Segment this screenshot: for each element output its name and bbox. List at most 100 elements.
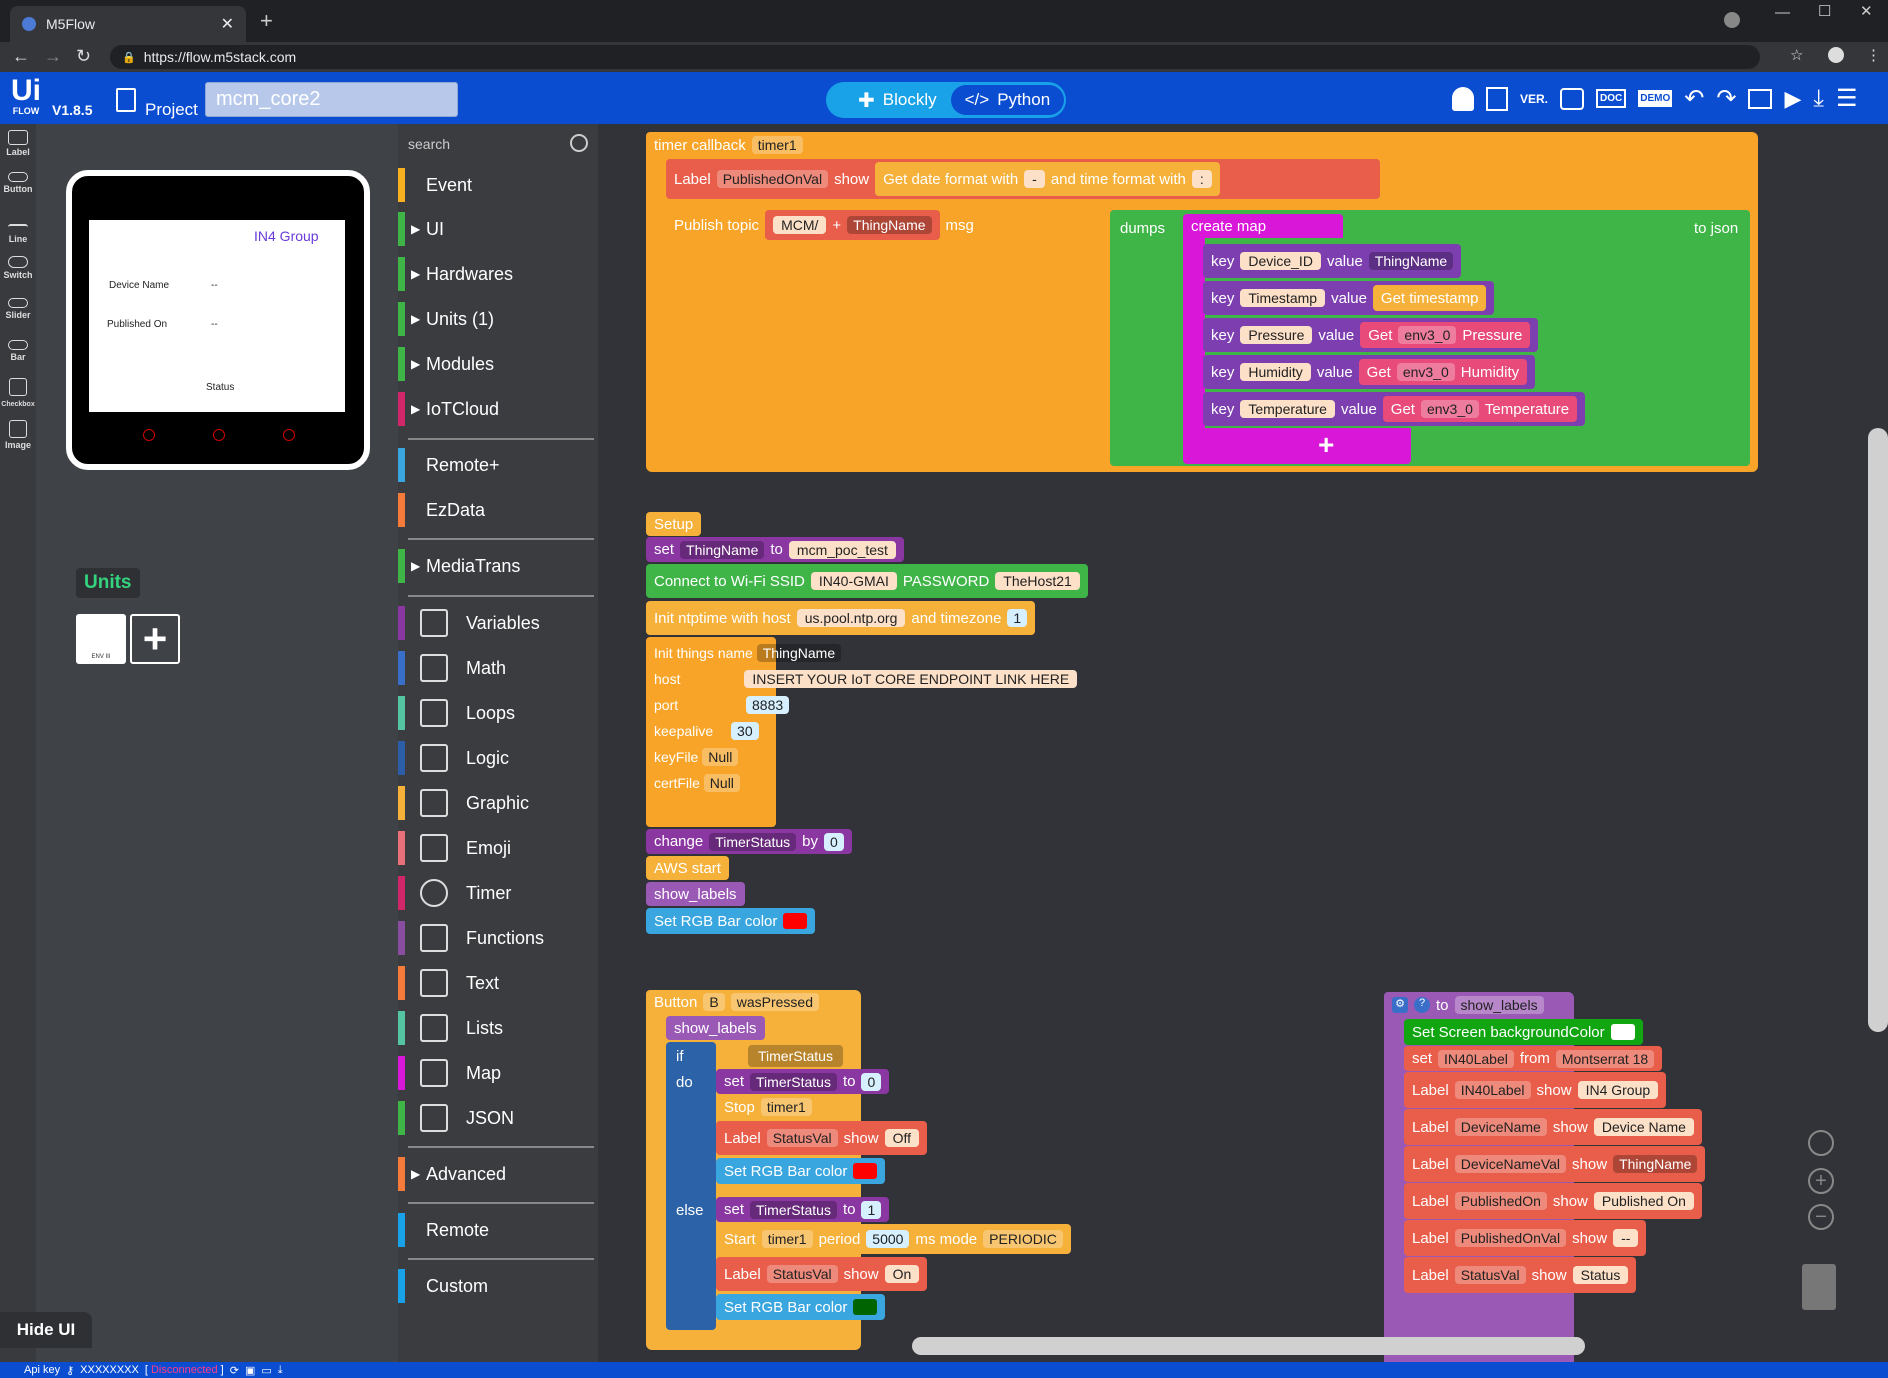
category-json[interactable]: JSON <box>398 1097 598 1139</box>
label-dropdown[interactable]: StatusVal <box>766 1129 838 1147</box>
search-box[interactable]: search <box>398 124 598 164</box>
label-dropdown[interactable]: PublishedOn <box>1454 1192 1547 1210</box>
time-separator-string[interactable]: : <box>1191 170 1212 188</box>
timer-dropdown[interactable]: timer1 <box>761 1230 813 1248</box>
feedback-icon[interactable] <box>1560 87 1585 110</box>
maximize-icon[interactable]: ☐ <box>1818 2 1831 20</box>
green-color-swatch[interactable] <box>853 1299 878 1315</box>
aws-start-block[interactable]: AWS start <box>646 856 729 880</box>
label-publishedon-block[interactable]: Label PublishedOn show Published On <box>1404 1183 1702 1219</box>
function-name[interactable]: show_labels <box>1454 996 1544 1014</box>
label-string[interactable]: Device Name <box>1593 1118 1694 1136</box>
sensor-dropdown[interactable]: env3_0 <box>1398 326 1457 344</box>
label-dropdown[interactable]: IN40Label <box>1454 1081 1531 1099</box>
hide-ui-button[interactable]: Hide UI <box>0 1312 92 1348</box>
sensor-dropdown[interactable]: env3_0 <box>1420 400 1479 418</box>
zoom-in-icon[interactable]: + <box>1808 1168 1834 1194</box>
redo-icon[interactable]: ↷ <box>1716 84 1736 113</box>
certfile-dropdown[interactable]: Null <box>703 774 740 792</box>
browser-tab[interactable]: M5Flow ✕ <box>10 6 246 42</box>
thingname-variable[interactable]: ThingName <box>756 644 842 662</box>
status-string[interactable]: Off <box>884 1129 920 1147</box>
thingname-variable[interactable]: ThingName <box>1613 1155 1698 1173</box>
project-name-input[interactable]: mcm_core2 <box>205 82 458 117</box>
gear-icon[interactable]: ⚙ <box>1392 997 1408 1013</box>
port-number[interactable]: 8883 <box>746 696 790 714</box>
category-map[interactable]: Map <box>398 1052 598 1094</box>
env-unit-tile[interactable]: ENV III <box>76 614 126 664</box>
category-text[interactable]: Text <box>398 962 598 1004</box>
category-graphic[interactable]: Graphic <box>398 782 598 824</box>
vertical-scrollbar[interactable] <box>1868 428 1888 1032</box>
get-pressure-block[interactable]: Get env3_0 Pressure <box>1360 322 1531 348</box>
label-statusval-init-block[interactable]: Label StatusVal show Status <box>1404 1257 1637 1293</box>
blockly-mode-button[interactable]: ✚ Blockly <box>844 85 951 115</box>
label-dropdown[interactable]: DeviceNameVal <box>1454 1155 1567 1173</box>
tool-switch[interactable]: Switch <box>0 256 36 280</box>
map-entry-pressure[interactable]: key Pressure value Get env3_0 Pressure <box>1203 318 1539 352</box>
device-screen[interactable]: IN4 Group Device Name -- Published On --… <box>89 220 345 412</box>
category-ui[interactable]: ▶ UI <box>398 208 598 250</box>
forward-icon[interactable]: → <box>44 46 62 67</box>
set-rgb-green-block[interactable]: Set RGB Bar color <box>716 1294 886 1320</box>
category-functions[interactable]: Functions <box>398 917 598 959</box>
condition-variable[interactable]: TimerStatus <box>748 1045 843 1067</box>
label-string[interactable]: Status <box>1572 1266 1629 1284</box>
ssid-string[interactable]: IN40-GMAI <box>810 572 897 590</box>
button-dropdown[interactable]: B <box>703 993 725 1011</box>
font-dropdown[interactable]: Montserrat 18 <box>1555 1049 1655 1068</box>
variable-dropdown[interactable]: TimerStatus <box>709 832 797 851</box>
category-modules[interactable]: ▶ Modules <box>398 343 598 385</box>
label-string[interactable]: Published On <box>1593 1192 1694 1210</box>
screen-device-name-label[interactable]: Device Name <box>109 280 169 291</box>
keepalive-number[interactable]: 30 <box>731 722 759 740</box>
label-in40label-block[interactable]: Label IN40Label show IN4 Group <box>1404 1072 1667 1108</box>
event-dropdown[interactable]: wasPressed <box>730 993 819 1011</box>
topic-join-block[interactable]: MCM/ + ThingName <box>765 210 940 240</box>
tool-checkbox[interactable]: Checkbox <box>0 378 36 408</box>
label-dropdown[interactable]: IN40Label <box>1438 1049 1514 1068</box>
add-unit-button[interactable]: + <box>130 614 180 664</box>
zoom-out-icon[interactable]: − <box>1808 1204 1834 1230</box>
screen-device-name-value[interactable]: -- <box>211 280 218 291</box>
get-timestamp-block[interactable]: Get timestamp <box>1372 285 1487 311</box>
label-string[interactable]: -- <box>1613 1229 1639 1247</box>
value-string[interactable]: mcm_poc_test <box>788 540 896 559</box>
show-labels-call-block[interactable]: show_labels <box>666 1016 765 1040</box>
horizontal-scrollbar[interactable] <box>912 1337 1585 1355</box>
category-event[interactable]: Event <box>398 164 598 206</box>
label-dropdown[interactable]: StatusVal <box>766 1265 838 1283</box>
category-timer[interactable]: Timer <box>398 872 598 914</box>
version-icon[interactable]: VER. <box>1520 92 1548 106</box>
connection-status[interactable]: [ Disconnected ] <box>145 1364 224 1376</box>
label-string[interactable]: IN4 Group <box>1577 1081 1659 1099</box>
key-string[interactable]: Pressure <box>1240 326 1313 344</box>
tool-slider[interactable]: Slider <box>0 298 36 320</box>
get-humidity-block[interactable]: Get env3_0 Humidity <box>1358 359 1528 385</box>
open-folder-icon[interactable]: ▭ <box>261 1364 271 1377</box>
device-button-b[interactable] <box>213 429 225 441</box>
set-screen-bg-block[interactable]: Set Screen backgroundColor <box>1404 1019 1643 1045</box>
set-thingname-block[interactable]: set ThingName to mcm_poc_test <box>646 537 904 562</box>
value-number[interactable]: 1 <box>861 1200 882 1219</box>
close-tab-icon[interactable]: ✕ <box>221 14 234 34</box>
help-icon[interactable]: ? <box>1414 997 1430 1013</box>
date-separator-string[interactable]: - <box>1024 170 1045 188</box>
label-publishedonval-init-block[interactable]: Label PublishedOnVal show -- <box>1404 1220 1647 1256</box>
download-icon[interactable]: ⤓ <box>278 1364 283 1377</box>
label-devicename-block[interactable]: Label DeviceName show Device Name <box>1404 1109 1702 1145</box>
minimize-icon[interactable]: — <box>1775 4 1790 21</box>
download-icon[interactable]: ⤓ <box>1813 85 1824 113</box>
variable-dropdown[interactable]: TimerStatus <box>750 1200 837 1219</box>
timezone-number[interactable]: 1 <box>1007 609 1028 627</box>
connect-wifi-block[interactable]: Connect to Wi-Fi SSID IN40-GMAI PASSWORD… <box>646 564 1088 598</box>
password-string[interactable]: TheHost21 <box>995 572 1080 590</box>
start-timer-block[interactable]: Start timer1 period 5000 ms mode PERIODI… <box>716 1224 1071 1254</box>
category-units[interactable]: ▶ Units (1) <box>398 298 598 340</box>
label-devicenameval-block[interactable]: Label DeviceNameVal show ThingName <box>1404 1146 1706 1182</box>
white-color-swatch[interactable] <box>1610 1024 1635 1040</box>
create-map-block[interactable]: create map <box>1183 214 1343 238</box>
thingname-variable[interactable]: ThingName <box>1368 252 1454 270</box>
red-color-swatch[interactable] <box>783 913 808 929</box>
change-timerstatus-block[interactable]: change TimerStatus by 0 <box>646 829 852 854</box>
